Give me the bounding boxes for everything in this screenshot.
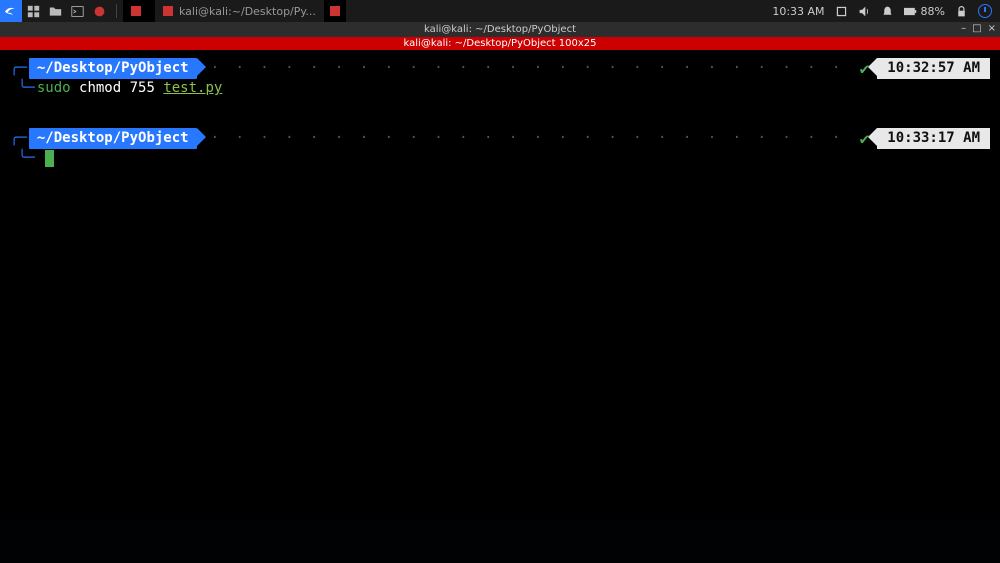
minimize-button[interactable]: – <box>961 23 966 34</box>
lock-icon[interactable] <box>955 5 968 18</box>
prompt-fill: · · · · · · · · · · · · · · · · · · · · … <box>197 129 852 148</box>
separator <box>116 4 117 18</box>
taskbar-item-terminal-active[interactable] <box>123 0 155 22</box>
cursor <box>45 150 54 167</box>
terminal-titlebar[interactable]: kali@kali: ~/Desktop/PyObject – □ × <box>0 22 1000 37</box>
terminal-title: kali@kali: ~/Desktop/PyObject <box>424 24 576 35</box>
taskbar-item-terminal[interactable]: kali@kali:~/Desktop/Py... <box>155 0 324 22</box>
prompt-edge: ╭─ <box>10 129 29 148</box>
notifications-icon[interactable] <box>881 5 894 18</box>
top-panel: kali@kali:~/Desktop/Py... 10:33 AM 88% <box>0 0 1000 22</box>
terminal-subtitle-bar: kali@kali: ~/Desktop/PyObject 100x25 <box>0 37 1000 50</box>
taskbar-item-blank[interactable] <box>324 0 346 22</box>
prompt-fill: · · · · · · · · · · · · · · · · · · · · … <box>197 59 852 78</box>
prompt-path-box: ~/Desktop/PyObject <box>29 58 197 79</box>
prompt-row: ╭─~/Desktop/PyObject· · · · · · · · · · … <box>10 58 990 79</box>
clock[interactable]: 10:33 AM <box>772 5 824 18</box>
command-line[interactable]: ╰─sudo chmod 755 test.py <box>10 79 990 98</box>
terminal-icon <box>163 6 173 16</box>
command-line[interactable]: ╰─ <box>10 149 990 168</box>
prompt-path-box: ~/Desktop/PyObject <box>29 128 197 149</box>
file-manager-button[interactable] <box>44 0 66 22</box>
desktop-icon <box>27 5 40 18</box>
system-tray: 10:33 AM 88% <box>772 4 1000 18</box>
power-button[interactable] <box>978 4 992 18</box>
battery-icon <box>904 5 917 18</box>
editor-icon <box>93 5 106 18</box>
prompt-edge: ╰─ <box>18 150 37 166</box>
battery-percent: 88% <box>921 5 945 18</box>
volume-icon[interactable] <box>858 5 871 18</box>
quick-launch <box>22 0 110 22</box>
terminal-icon <box>71 5 84 18</box>
terminal-subtitle: kali@kali: ~/Desktop/PyObject 100x25 <box>404 38 597 49</box>
prompt-edge: ╰─ <box>18 80 37 96</box>
folder-icon <box>49 5 62 18</box>
text-editor-button[interactable] <box>88 0 110 22</box>
terminal-body[interactable]: ╭─~/Desktop/PyObject· · · · · · · · · · … <box>0 50 1000 520</box>
terminal-launcher-button[interactable] <box>66 0 88 22</box>
maximize-button[interactable]: □ <box>972 23 981 34</box>
prompt-edge: ╭─ <box>10 59 29 78</box>
app-menu-button[interactable] <box>0 0 22 22</box>
prompt-time: 10:33:17 AM <box>877 128 990 149</box>
task-label: kali@kali:~/Desktop/Py... <box>179 5 316 18</box>
show-desktop-button[interactable] <box>22 0 44 22</box>
terminal-window: kali@kali: ~/Desktop/PyObject – □ × kali… <box>0 22 1000 520</box>
prompt-time: 10:32:57 AM <box>877 58 990 79</box>
prompt-row: ╭─~/Desktop/PyObject· · · · · · · · · · … <box>10 128 990 149</box>
terminal-icon <box>131 6 141 16</box>
stop-icon[interactable] <box>835 5 848 18</box>
battery-indicator[interactable]: 88% <box>904 5 945 18</box>
close-button[interactable]: × <box>988 23 996 34</box>
terminal-icon <box>330 6 340 16</box>
kali-dragon-icon <box>3 3 19 19</box>
